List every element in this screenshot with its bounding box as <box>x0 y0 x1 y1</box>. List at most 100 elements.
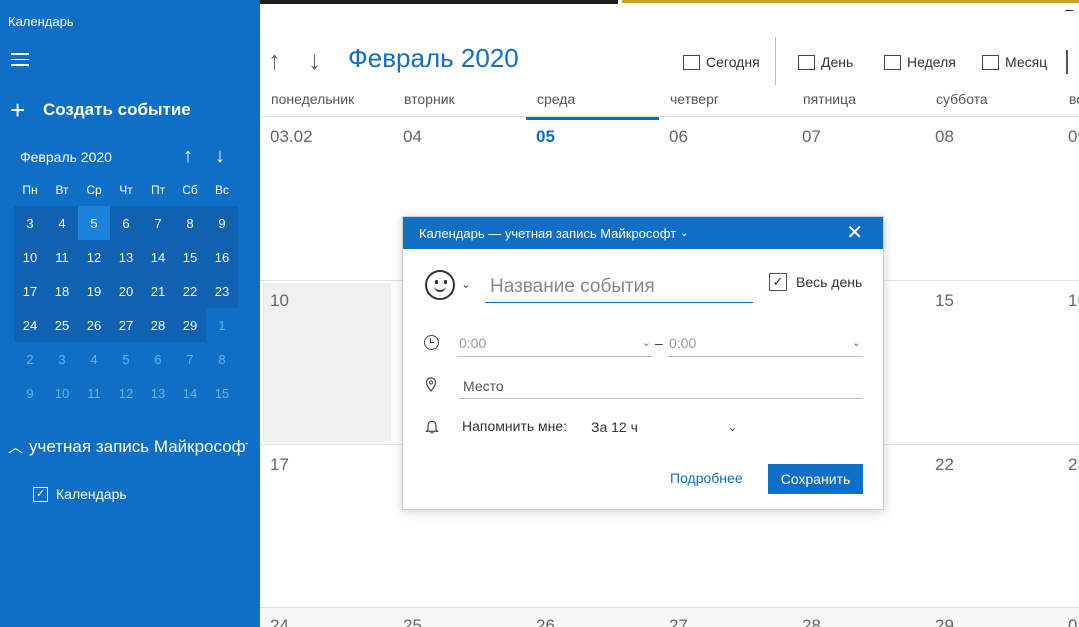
save-button[interactable]: Сохранить <box>768 464 863 494</box>
mini-calendar-day[interactable]: 10 <box>14 240 46 274</box>
day-cell-number[interactable]: 08 <box>935 127 954 147</box>
all-day-checkbox-row[interactable]: ✓ Весь день <box>769 273 862 291</box>
day-view-button[interactable]: День <box>798 50 853 74</box>
day-cell-number[interactable]: 23 <box>1068 455 1079 475</box>
mini-calendar-day[interactable]: 17 <box>14 274 46 308</box>
next-month-arrow-down-icon[interactable]: ↓ <box>308 44 321 76</box>
mini-calendar-day[interactable]: 14 <box>142 240 174 274</box>
day-cell-number[interactable]: 26 <box>536 616 555 627</box>
day-cell-number[interactable]: 10 <box>270 291 289 311</box>
mini-calendar-day[interactable]: 3 <box>46 342 78 376</box>
mini-calendar-day[interactable]: 21 <box>142 274 174 308</box>
week-view-icon <box>884 54 901 70</box>
month-title[interactable]: Февраль 2020 <box>348 43 519 74</box>
mini-calendar-day[interactable]: 15 <box>174 240 206 274</box>
month-view-icon <box>982 54 999 70</box>
start-time-value: 0:00 <box>459 334 487 351</box>
mini-calendar-day[interactable]: 13 <box>110 240 142 274</box>
day-cell-number[interactable]: 07 <box>802 127 821 147</box>
mini-calendar-day[interactable]: 6 <box>110 206 142 240</box>
mini-calendar-next-arrow-down-icon[interactable]: ↓ <box>215 144 225 168</box>
day-cell-number[interactable]: 17 <box>270 455 289 475</box>
mini-calendar-day[interactable]: 7 <box>142 206 174 240</box>
day-cell-number[interactable]: 03.02 <box>270 127 313 147</box>
mini-calendar-day[interactable]: 9 <box>14 376 46 410</box>
start-time-select[interactable]: 0:00 ⌄ <box>457 329 653 357</box>
close-icon[interactable]: ✕ <box>846 223 863 243</box>
event-name-input[interactable] <box>485 271 753 303</box>
day-cell-number[interactable]: 16 <box>1068 291 1079 311</box>
day-cell-number[interactable]: 22 <box>935 455 954 475</box>
mini-calendar-day[interactable]: 20 <box>110 274 142 308</box>
mini-calendar-prev-arrow-up-icon[interactable]: ↑ <box>183 144 193 168</box>
mini-calendar-day[interactable]: 5 <box>78 206 110 240</box>
day-cell-number[interactable]: 09 <box>1068 127 1079 147</box>
mini-calendar-day[interactable]: 13 <box>142 376 174 410</box>
window-minimize-icon[interactable] <box>1065 10 1073 11</box>
mini-calendar-day[interactable]: 5 <box>110 342 142 376</box>
month-view-button[interactable]: Месяц <box>982 50 1047 74</box>
day-cell-number[interactable]: 27 <box>669 616 688 627</box>
mini-calendar-day[interactable]: 15 <box>206 376 238 410</box>
end-time-select[interactable]: 0:00 ⌄ <box>667 329 863 357</box>
mini-calendar-day[interactable]: 10 <box>46 376 78 410</box>
mini-calendar-day[interactable]: 27 <box>110 308 142 342</box>
mini-calendar-day[interactable]: 4 <box>46 206 78 240</box>
time-range-dash: – <box>655 335 663 351</box>
mini-calendar-day[interactable]: 16 <box>206 240 238 274</box>
calendar-checkbox[interactable]: ✓ <box>33 486 48 502</box>
mini-calendar-day[interactable]: 11 <box>78 376 110 410</box>
mini-calendar-day[interactable]: 29 <box>174 308 206 342</box>
day-cell-number[interactable]: 15 <box>935 291 954 311</box>
day-cell-number[interactable]: 25 <box>403 616 422 627</box>
emoji-picker-smiley-icon[interactable] <box>425 270 455 300</box>
mini-calendar-day[interactable]: 4 <box>78 342 110 376</box>
mini-calendar-day[interactable]: 12 <box>78 240 110 274</box>
week-view-button[interactable]: Неделя <box>884 50 956 74</box>
popup-calendar-label[interactable]: Календарь — учетная запись Майкрософт <box>419 226 676 241</box>
all-day-checkbox[interactable]: ✓ <box>769 273 787 291</box>
sidebar: Календарь + Создать событие Февраль 2020… <box>0 0 260 627</box>
toolbar-overflow-edge[interactable] <box>1066 50 1068 74</box>
mini-calendar-day[interactable]: 8 <box>174 206 206 240</box>
chevron-down-icon[interactable]: ⌄ <box>680 228 688 239</box>
mini-calendar-day[interactable]: 12 <box>110 376 142 410</box>
day-cell-number[interactable]: 04 <box>403 127 422 147</box>
mini-calendar-day[interactable]: 14 <box>174 376 206 410</box>
mini-calendar-day[interactable]: 9 <box>206 206 238 240</box>
hamburger-menu-icon[interactable] <box>11 53 29 67</box>
mini-calendar-day[interactable]: 6 <box>142 342 174 376</box>
create-event-button[interactable]: + Создать событие <box>10 96 191 124</box>
day-cell-number[interactable]: 01 <box>1068 616 1079 627</box>
reminder-select[interactable]: За 12 ч ⌄ <box>591 417 737 437</box>
location-input[interactable] <box>459 373 863 399</box>
mini-calendar-day[interactable]: 19 <box>78 274 110 308</box>
day-cell-number-today[interactable]: 05 <box>536 127 555 147</box>
prev-month-arrow-up-icon[interactable]: ↑ <box>268 44 281 76</box>
mini-calendar-day[interactable]: 18 <box>46 274 78 308</box>
mini-calendar-day[interactable]: 3 <box>14 206 46 240</box>
day-cell-number[interactable]: 28 <box>802 616 821 627</box>
day-cell-number[interactable]: 24 <box>270 616 289 627</box>
mini-calendar-day[interactable]: 22 <box>174 274 206 308</box>
mini-calendar-day[interactable]: 24 <box>14 308 46 342</box>
mini-calendar-day[interactable]: 2 <box>14 342 46 376</box>
account-section-toggle[interactable]: ︿ учетная запись Майкрософт <box>8 436 248 457</box>
day-cell-number[interactable]: 29 <box>935 616 954 627</box>
more-details-link[interactable]: Подробнее <box>670 470 743 486</box>
mini-calendar-month-label[interactable]: Февраль 2020 <box>20 149 112 165</box>
mini-calendar-day[interactable]: 23 <box>206 274 238 308</box>
location-pin-icon <box>425 377 437 392</box>
mini-calendar-day[interactable]: 11 <box>46 240 78 274</box>
calendar-visibility-item[interactable]: ✓ Календарь <box>33 486 127 502</box>
chevron-down-icon[interactable]: ⌄ <box>461 277 471 291</box>
mini-calendar-day[interactable]: 1 <box>206 308 238 342</box>
mini-calendar-day[interactable]: 8 <box>206 342 238 376</box>
day-cell-number[interactable]: 06 <box>669 127 688 147</box>
mini-calendar-week: 17 18 19 20 21 22 23 <box>14 274 238 308</box>
mini-calendar-day[interactable]: 25 <box>46 308 78 342</box>
mini-calendar-day[interactable]: 7 <box>174 342 206 376</box>
mini-calendar-day[interactable]: 26 <box>78 308 110 342</box>
mini-calendar-day[interactable]: 28 <box>142 308 174 342</box>
today-button[interactable]: Сегодня <box>683 50 760 74</box>
